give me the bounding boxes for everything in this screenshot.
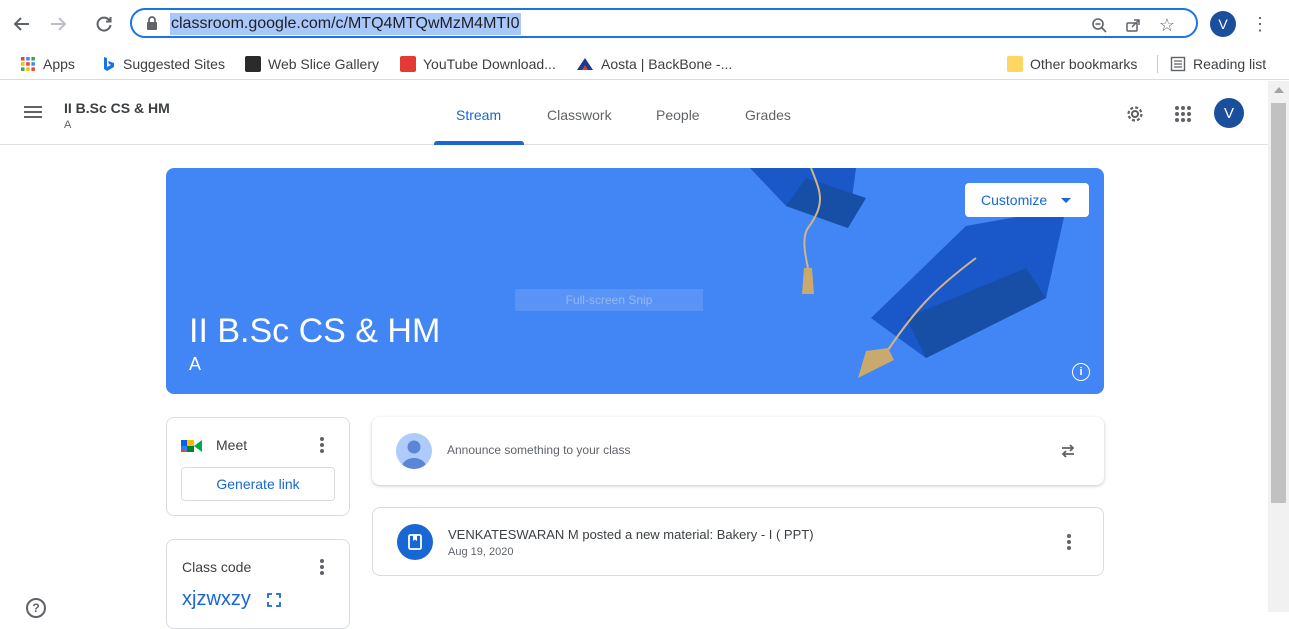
url-text[interactable]: classroom.google.com/c/MTQ4MTQwMzM4MTI0 (170, 13, 521, 35)
bookmark-star-icon[interactable]: ☆ (1156, 14, 1178, 36)
aosta-icon (577, 58, 593, 70)
repost-icon[interactable] (1058, 441, 1078, 461)
announce-box[interactable]: Announce something to your class (372, 417, 1104, 485)
address-bar[interactable]: classroom.google.com/c/MTQ4MTQwMzM4MTI0 … (130, 8, 1198, 38)
main-menu-icon[interactable] (24, 103, 48, 123)
bookmarks-divider (1157, 55, 1158, 73)
caret-down-icon (1061, 197, 1072, 203)
reading-list-label: Reading list (1193, 56, 1267, 72)
bookmark-label: Apps (43, 56, 75, 72)
account-avatar[interactable]: V (1214, 98, 1244, 128)
meet-label: Meet (216, 437, 248, 453)
more-options-icon[interactable] (1067, 534, 1071, 550)
scroll-up-arrow-icon[interactable] (1274, 87, 1284, 93)
tab-people[interactable]: People (656, 107, 700, 123)
bookmark-youtube-download[interactable]: YouTube Download... (400, 53, 556, 75)
zoom-icon[interactable] (1088, 14, 1110, 36)
bookmark-label: Suggested Sites (123, 56, 225, 72)
class-code-label: Class code (182, 559, 252, 575)
banner-section: A (189, 354, 202, 374)
web-slice-icon (245, 56, 261, 72)
browser-toolbar: classroom.google.com/c/MTQ4MTQwMzM4MTI0 … (0, 0, 1289, 48)
page-scrollbar[interactable] (1268, 81, 1289, 612)
post-title[interactable]: VENKATESWARAN M posted a new material: B… (448, 527, 814, 542)
apps-grid-icon (21, 57, 35, 71)
bookmark-label: Aosta | BackBone -... (601, 56, 733, 72)
customize-label: Customize (981, 192, 1048, 208)
reading-list-icon (1170, 56, 1186, 72)
bookmarks-bar: Apps Suggested Sites Web Slice Gallery Y… (0, 48, 1289, 80)
tab-stream[interactable]: Stream (456, 107, 501, 123)
class-banner: Full-screen Snip II B.Sc CS & HM A Custo… (166, 168, 1104, 394)
download-icon (400, 56, 416, 72)
post-date: Aug 19, 2020 (448, 546, 514, 558)
active-tab-indicator (434, 141, 524, 145)
meet-card: Meet Generate link (166, 417, 350, 516)
reading-list[interactable]: Reading list (1170, 53, 1266, 75)
fullscreen-icon[interactable] (267, 593, 281, 607)
forward-icon[interactable] (44, 10, 72, 38)
folder-icon (1007, 56, 1023, 72)
stream-post[interactable]: VENKATESWARAN M posted a new material: B… (372, 507, 1104, 576)
tab-classwork[interactable]: Classwork (547, 107, 612, 123)
customize-button[interactable]: Customize (965, 183, 1089, 217)
banner-title[interactable]: II B.Sc CS & HM (189, 312, 440, 351)
google-meet-icon (181, 440, 202, 452)
info-icon[interactable]: i (1072, 363, 1090, 381)
more-options-icon[interactable] (320, 559, 324, 575)
bookmark-aosta[interactable]: Aosta | BackBone -... (576, 53, 732, 75)
scroll-thumb[interactable] (1271, 103, 1286, 503)
tab-grades[interactable]: Grades (745, 107, 791, 123)
class-code-value: xjzwxzy (182, 588, 251, 610)
generate-link-button[interactable]: Generate link (181, 467, 335, 501)
bing-icon (104, 57, 114, 71)
class-code-card: Class code xjzwxzy (166, 539, 350, 629)
google-apps-icon[interactable] (1172, 103, 1194, 125)
bookmark-web-slice-gallery[interactable]: Web Slice Gallery (245, 53, 379, 75)
user-avatar (396, 433, 432, 469)
lock-icon[interactable] (144, 15, 160, 31)
header-class-name[interactable]: II B.Sc CS & HM (64, 100, 170, 116)
help-icon[interactable]: ? (26, 598, 46, 618)
classroom-header: II B.Sc CS & HM A Stream Classwork Peopl… (0, 81, 1268, 145)
chrome-menu-icon[interactable]: ⋮ (1250, 10, 1270, 38)
reload-icon[interactable] (90, 10, 118, 38)
other-bookmarks[interactable]: Other bookmarks (1007, 53, 1137, 75)
material-icon (397, 524, 433, 560)
snip-overlay-label: Full-screen Snip (515, 289, 703, 311)
announce-placeholder[interactable]: Announce something to your class (447, 443, 630, 457)
more-options-icon[interactable] (320, 437, 324, 453)
share-icon[interactable] (1122, 14, 1144, 36)
bookmark-suggested-sites[interactable]: Suggested Sites (100, 53, 225, 75)
gear-icon[interactable] (1124, 103, 1146, 125)
bookmark-label: Web Slice Gallery (268, 56, 380, 72)
other-bookmarks-label: Other bookmarks (1030, 56, 1138, 72)
bookmark-apps[interactable]: Apps (20, 53, 75, 75)
back-icon[interactable] (8, 10, 36, 38)
profile-avatar[interactable]: V (1210, 11, 1236, 37)
header-class-section: A (64, 119, 72, 131)
bookmark-label: YouTube Download... (423, 56, 556, 72)
